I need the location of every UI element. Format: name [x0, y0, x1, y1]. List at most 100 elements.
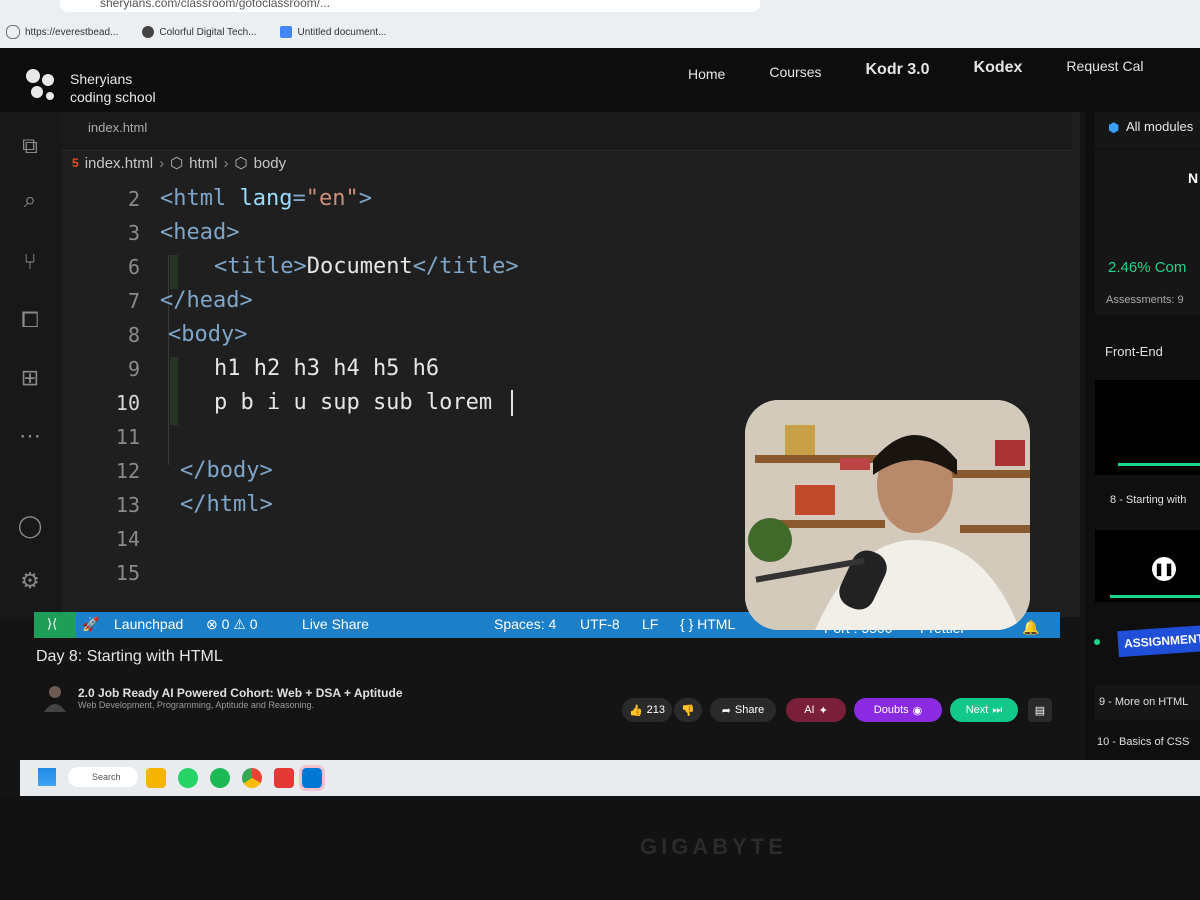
- status-spaces[interactable]: Spaces: 4: [494, 616, 556, 632]
- dot-icon: [1094, 639, 1100, 645]
- status-eol[interactable]: LF: [642, 616, 658, 632]
- code-text: <html lang="en">: [160, 182, 372, 216]
- run-debug-icon[interactable]: ⧠: [16, 306, 44, 334]
- sheryians-logo-icon[interactable]: [22, 66, 60, 104]
- url-bar[interactable]: sheryians.com/classroom/gotoclassroom/..…: [60, 0, 760, 12]
- cube-icon: ⬢: [1108, 120, 1120, 135]
- code-token: Document: [306, 254, 413, 279]
- stats-button[interactable]: ▤: [1028, 698, 1052, 722]
- spotify-icon[interactable]: [210, 768, 230, 788]
- code-token: </body>: [180, 458, 273, 483]
- whatsapp-icon[interactable]: [178, 768, 198, 788]
- file-explorer-icon[interactable]: [146, 768, 166, 788]
- code-line[interactable]: 6 <title>Document</title>: [62, 250, 1062, 284]
- status-encoding[interactable]: UTF-8: [580, 616, 620, 632]
- windows-start-icon[interactable]: [38, 768, 56, 786]
- nav-kodr[interactable]: Kodr 3.0: [866, 61, 930, 79]
- line-number: 10: [115, 391, 140, 415]
- code-line[interactable]: 8 <body>: [62, 318, 1062, 352]
- account-icon[interactable]: ◯: [16, 512, 44, 540]
- settings-gear-icon[interactable]: ⚙: [16, 567, 44, 595]
- video-title: Day 8: Starting with HTML: [36, 648, 223, 665]
- progress-card: [1095, 150, 1200, 315]
- ai-button[interactable]: AI ✦: [786, 698, 846, 722]
- code-text: <head>: [160, 216, 239, 250]
- thumbs-down-icon: 👎: [681, 704, 695, 717]
- code-token: </html>: [180, 492, 273, 517]
- site-logo-text[interactable]: Sheryians coding school: [70, 70, 156, 106]
- docs-icon: [280, 26, 293, 38]
- line-number: 6: [127, 255, 140, 279]
- line-number: 2: [127, 187, 140, 211]
- bookmark-item[interactable]: Untitled document...: [280, 26, 386, 38]
- code-token: lang: [239, 186, 293, 211]
- code-line[interactable]: 3 <head>: [62, 216, 1062, 250]
- status-problems[interactable]: ⊗ 0 ⚠ 0: [206, 616, 258, 633]
- thumb-progress: [1118, 463, 1200, 466]
- breadcrumb-html[interactable]: html: [189, 155, 217, 172]
- next-button[interactable]: Next ⏭: [950, 698, 1018, 722]
- code-line[interactable]: 9 h1 h2 h3 h4 h5 h6: [62, 352, 1062, 386]
- code-token: p b i u sup sub lorem: [214, 390, 506, 415]
- module-item-8[interactable]: 8 - Starting with: [1110, 494, 1186, 506]
- explorer-icon[interactable]: ⧉: [16, 132, 44, 160]
- course-subtitle: Web Development, Programming, Aptitude a…: [78, 700, 314, 710]
- status-language[interactable]: { } HTML: [680, 616, 735, 632]
- module-item-10[interactable]: 10 - Basics of CSS: [1097, 736, 1189, 748]
- line-number: 8: [127, 323, 140, 347]
- like-button[interactable]: 👍 213: [622, 698, 672, 722]
- progress-letter: N: [1188, 170, 1199, 186]
- code-line[interactable]: 2 <html lang="en">: [62, 182, 1062, 216]
- code-token: <body>: [168, 322, 248, 347]
- search-icon[interactable]: ⌕: [16, 186, 44, 214]
- tab-index-html[interactable]: index.html: [88, 120, 147, 135]
- breadcrumb-body[interactable]: body: [254, 155, 287, 172]
- assignment-badge[interactable]: ASSIGNMENT: [1117, 624, 1200, 658]
- taskbar-search[interactable]: Search: [68, 767, 138, 787]
- cube-icon: ⬡: [234, 155, 248, 172]
- status-launchpad[interactable]: Launchpad: [114, 616, 183, 632]
- instructor-webcam: [745, 400, 1030, 630]
- discord-icon: ◉: [912, 704, 923, 717]
- remote-indicator-icon[interactable]: ⟩⟨: [34, 612, 76, 638]
- nav-kodex[interactable]: Kodex: [974, 59, 1023, 77]
- module-item-9[interactable]: 9 - More on HTML: [1099, 696, 1188, 708]
- chrome-icon[interactable]: [242, 768, 262, 788]
- share-button[interactable]: ➦ Share: [710, 698, 776, 722]
- line-number: 14: [115, 527, 140, 551]
- nav-request-call[interactable]: Request Cal: [1066, 58, 1143, 74]
- app-icon[interactable]: [274, 768, 294, 788]
- code-line[interactable]: 7 </head>: [62, 284, 1062, 318]
- bookmark-item[interactable]: https://everestbead...: [6, 25, 118, 39]
- skip-next-icon: ⏭: [992, 703, 1003, 716]
- pause-icon[interactable]: ❚❚: [1152, 557, 1176, 581]
- code-text: </head>: [160, 284, 253, 318]
- code-token: <head>: [160, 220, 240, 245]
- more-icon[interactable]: ⋯: [16, 422, 44, 450]
- vscode-icon[interactable]: [299, 765, 325, 791]
- dislike-button[interactable]: 👎: [674, 698, 702, 722]
- status-live-share[interactable]: Live Share: [302, 616, 369, 632]
- monitor-bezel: [0, 796, 1200, 900]
- bell-icon[interactable]: 🔔: [1022, 619, 1039, 636]
- section-front-end[interactable]: Front-End: [1105, 344, 1163, 359]
- site-nav: Home Courses Kodr 3.0 Kodex Request Cal: [688, 58, 1143, 82]
- code-text: p b i u sup sub lorem: [214, 386, 514, 420]
- line-number: 13: [115, 493, 140, 517]
- bookmark-item[interactable]: Colorful Digital Tech...: [142, 26, 256, 38]
- doubts-button[interactable]: Doubts ◉: [854, 698, 942, 722]
- video-thumb[interactable]: [1095, 380, 1200, 475]
- nav-courses[interactable]: Courses: [769, 64, 821, 80]
- rocket-icon: 🚀: [82, 616, 100, 632]
- course-title[interactable]: 2.0 Job Ready AI Powered Cohort: Web + D…: [78, 686, 403, 700]
- extensions-icon[interactable]: ⊞: [16, 364, 44, 392]
- nav-home[interactable]: Home: [688, 66, 725, 82]
- code-token: h1 h2 h3 h4 h5 h6: [214, 356, 440, 381]
- source-control-icon[interactable]: ⑂: [16, 248, 44, 276]
- video-thumb-current[interactable]: [1095, 530, 1200, 602]
- line-number: 9: [127, 357, 140, 381]
- line-number: 15: [115, 561, 140, 585]
- globe-icon: [6, 25, 20, 39]
- breadcrumb: 5 index.html › ⬡ html › ⬡ body: [72, 154, 287, 173]
- breadcrumb-file[interactable]: index.html: [85, 155, 153, 172]
